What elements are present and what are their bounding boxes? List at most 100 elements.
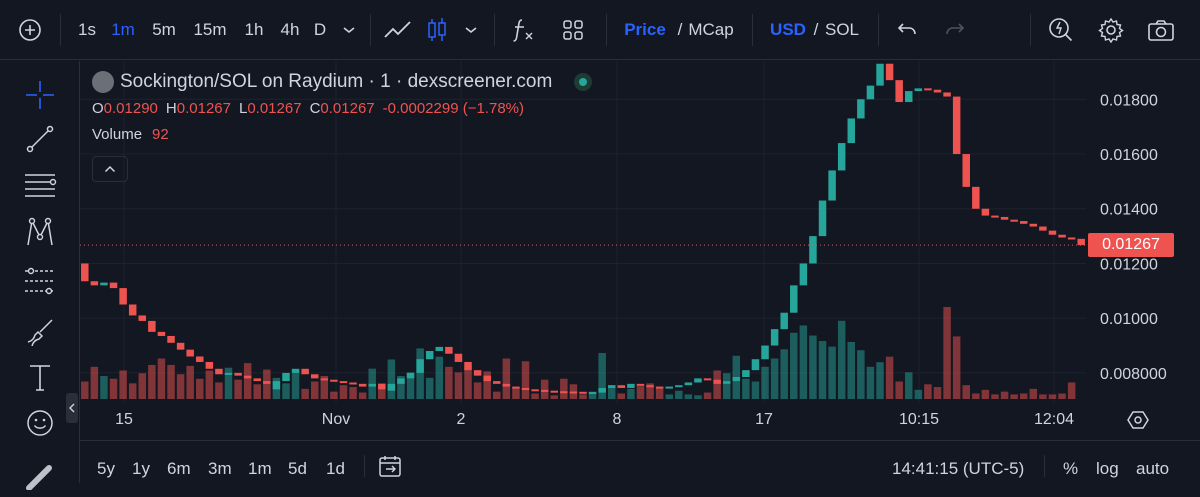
undo-button[interactable] [892,14,922,46]
candle [205,361,214,369]
snapshot-button[interactable] [1144,14,1178,46]
range-5d[interactable]: 5d [288,459,307,479]
clock-timezone[interactable]: 14:41:15 (UTC-5) [892,459,1024,479]
volume-value: 92 [152,126,169,143]
sol-toggle[interactable]: SOL [824,14,860,46]
chart-type-dropdown[interactable] [460,14,482,46]
close-label: C [309,100,321,117]
interval-5m[interactable]: 5m [148,14,180,46]
camera-icon [1148,20,1174,41]
volume-bar [837,320,846,399]
range-5y[interactable]: 5y [97,459,115,479]
volume-bar [416,348,424,399]
chevron-left-icon [69,403,75,413]
candle [742,370,750,378]
candle-chart-button[interactable] [422,14,452,46]
volume-bar [502,358,511,399]
top-toolbar: 1s 1m 5m 15m 1h 4h D Price / MCap USD / … [0,0,1200,60]
log-toggle[interactable]: log [1096,459,1119,479]
candle [301,368,309,375]
interval-15m[interactable]: 15m [190,14,230,46]
range-1m[interactable]: 1m [248,459,272,479]
usd-toggle[interactable]: USD [768,14,808,46]
legend-collapse-button[interactable] [92,156,128,182]
text-tool[interactable] [18,357,62,397]
open-label: O [92,100,104,117]
volume-bar [665,394,673,399]
volume-bar [243,363,252,399]
volume-bar [636,386,645,399]
chart-legend: Sockington/SOL on Raydium · 1 · dexscree… [92,70,593,146]
auto-toggle[interactable]: auto [1136,459,1169,479]
indicators-button[interactable] [506,14,540,46]
line-chart-button[interactable] [380,14,416,46]
volume-bar [291,372,300,399]
range-3m[interactable]: 3m [208,459,232,479]
interval-d[interactable]: D [310,14,330,46]
candle [617,385,626,388]
add-symbol-button[interactable] [14,14,46,46]
candle [1010,219,1018,222]
price-toggle[interactable]: Price [622,14,668,46]
candle [1058,234,1066,238]
pattern-tool[interactable] [18,213,62,253]
volume-bar [128,383,137,399]
volume-bar [224,367,233,399]
volume-bar [991,394,999,399]
volume-bar [1058,393,1066,399]
interval-1s[interactable]: 1s [74,14,100,46]
candle [263,381,271,384]
mcap-toggle[interactable]: MCap [688,14,734,46]
candle [895,80,903,103]
candle [540,389,549,392]
candle [521,387,530,390]
volume-bar [694,395,702,399]
toolbar-separator [60,14,61,46]
volume-bar [157,358,166,399]
time-axis[interactable]: 15 Nov 2 8 17 10:15 12:04 [80,403,1120,438]
volume-bar [483,371,491,399]
candle [138,315,147,321]
range-1y[interactable]: 1y [132,459,150,479]
crosshair-tool[interactable] [18,75,62,115]
candle [732,377,741,382]
candle [655,386,664,389]
brush-tool[interactable] [18,311,62,351]
emoji-tool[interactable] [18,403,62,443]
interval-1m[interactable]: 1m [108,14,138,46]
candle [493,381,501,384]
candle [588,392,597,395]
axis-settings-button[interactable] [1125,407,1151,433]
goto-date-button[interactable] [378,454,404,483]
interval-4h[interactable]: 4h [276,14,304,46]
range-6m[interactable]: 6m [167,459,191,479]
candle [924,88,932,91]
pattern-icon [27,217,53,246]
candle [167,335,175,343]
trend-line-tool[interactable] [18,119,62,159]
high-label: H [165,100,177,117]
candle [454,353,463,362]
redo-button[interactable] [940,14,970,46]
quick-search-button[interactable] [1044,14,1078,46]
prediction-tool[interactable] [18,261,62,301]
interval-dropdown[interactable] [338,14,360,46]
time-tick: 8 [612,411,622,428]
settings-button[interactable] [1094,14,1128,46]
interval-1h[interactable]: 1h [240,14,268,46]
price-tick-label: 0.01400 [1100,202,1158,219]
price-axis-panel[interactable] [1086,61,1200,403]
fib-tool[interactable] [18,165,62,205]
candle [981,208,990,216]
candle [837,143,846,171]
volume-bar [387,359,396,399]
crosshair-icon [26,81,54,109]
collapse-toolbar-button[interactable] [66,393,78,423]
candle [809,236,817,264]
ruler-tool[interactable] [18,457,62,497]
layouts-button[interactable] [556,14,590,46]
candle [885,63,894,81]
percent-toggle[interactable]: % [1063,459,1078,479]
volume-bar [675,390,683,399]
range-1d[interactable]: 1d [326,459,345,479]
